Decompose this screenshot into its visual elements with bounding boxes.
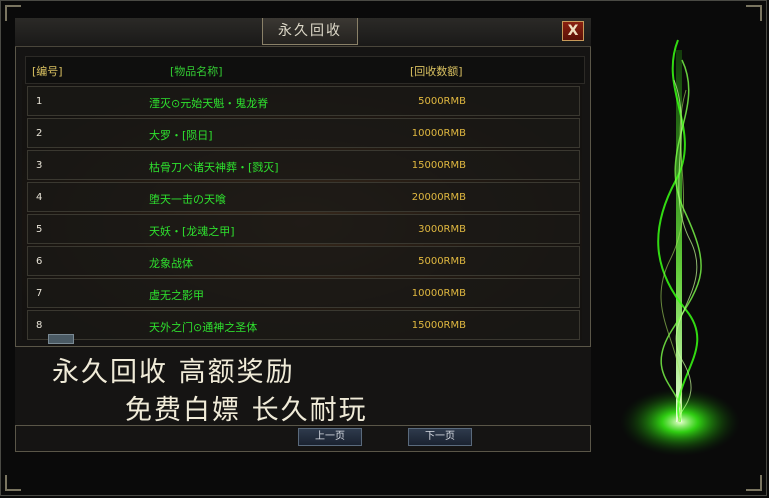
table-row[interactable]: 8 天外之门⊙通神之圣体 15000RMB [27,310,580,340]
recycle-amount: 5000RMB [418,256,466,267]
next-page-button[interactable]: 下一页 [408,428,472,446]
row-number: 6 [36,256,43,267]
table-row[interactable]: 1 湮灭⊙元始天魁・鬼龙脊 5000RMB [27,86,580,116]
recycle-amount: 10000RMB [411,128,466,139]
frame-corner-ornament [5,475,21,491]
scrollbar-thumb[interactable] [48,334,74,344]
item-name: 天外之门⊙通神之圣体 [149,321,258,334]
table-row[interactable]: 3 枯骨刀ベ诸天神葬・[戮灭] 15000RMB [27,150,580,180]
frame-corner-ornament [746,5,762,21]
table-row[interactable]: 6 龙象战体 5000RMB [27,246,580,276]
frame-corner-ornament [746,475,762,491]
close-button[interactable]: X [562,21,584,41]
table-row[interactable]: 2 大罗・[陨日] 10000RMB [27,118,580,148]
green-light-pillar-icon [620,39,740,456]
row-number: 1 [36,96,43,107]
row-number: 7 [36,288,43,299]
item-name: 湮灭⊙元始天魁・鬼龙脊 [149,97,269,110]
promo-slogan-line2: 免费白嫖 长久耐玩 [125,395,368,426]
row-number: 8 [36,320,43,331]
row-number: 3 [36,160,43,171]
recycle-amount: 20000RMB [411,192,466,203]
item-name: 天妖・[龙魂之甲] [149,225,235,238]
recycle-amount: 10000RMB [411,288,466,299]
close-icon: X [567,23,579,39]
recycle-amount: 15000RMB [411,320,466,331]
row-number: 5 [36,224,43,235]
item-name: 龙象战体 [149,257,193,270]
row-number: 2 [36,128,43,139]
table-row[interactable]: 4 堕天一击の天喰 20000RMB [27,182,580,212]
recycle-amount: 15000RMB [411,160,466,171]
prev-page-button[interactable]: 上一页 [298,428,362,446]
table-header: [编号] [物品名称] [回收数额] [25,56,585,84]
header-number: [编号] [32,65,63,78]
header-item-name: [物品名称] [170,65,223,78]
row-number: 4 [36,192,43,203]
recycle-amount: 5000RMB [418,96,466,107]
window-title: 永久回收 [262,18,358,45]
item-name: 枯骨刀ベ诸天神葬・[戮灭] [149,161,279,174]
promo-slogan-line1: 永久回收 高额奖励 [52,357,295,388]
table-row[interactable]: 5 天妖・[龙魂之甲] 3000RMB [27,214,580,244]
header-amount: [回收数额] [410,65,463,78]
item-name: 大罗・[陨日] [149,129,213,142]
item-name: 堕天一击の天喰 [149,193,226,206]
recycle-amount: 3000RMB [418,224,466,235]
item-name: 虚无之影甲 [149,289,204,302]
table-row[interactable]: 7 虚无之影甲 10000RMB [27,278,580,308]
